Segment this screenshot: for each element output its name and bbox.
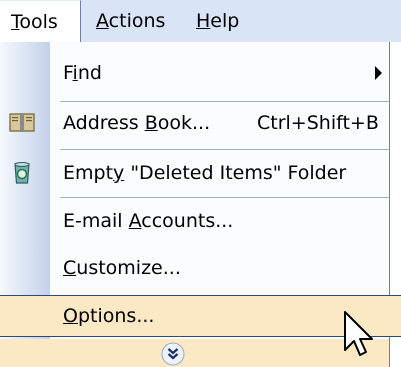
mouse-cursor-icon [344,311,373,356]
menu-separator [60,149,389,150]
menu-actions[interactable]: Actions [96,0,165,42]
menu-help-mnemonic: H [196,10,211,32]
label-mnemonic: y [113,162,125,184]
address-book-icon [9,113,35,132]
label-part: ccounts... [141,210,234,232]
label-part: nd [77,62,102,84]
label-part: ptions... [77,305,155,327]
menu-item-customize[interactable]: Customize... [0,247,389,289]
label-part: Empt [63,162,114,184]
shortcut-text: Ctrl+Shift+B [257,112,379,134]
menu-tools[interactable]: Tools [0,0,81,42]
menu-item-options[interactable]: Options... [0,295,401,337]
outlook-tools-menu-screen: Tools Actions Help Find Address Book... … [0,0,401,367]
menu-item-find[interactable]: Find [0,52,389,94]
label-part: ustomize... [76,257,181,279]
menu-bar: Tools Actions Help [0,0,401,42]
menu-help-label: elp [210,10,240,32]
recycle-bin-icon [14,162,30,184]
label-mnemonic: A [128,210,142,232]
menu-help[interactable]: Help [196,0,239,42]
menu-item-email-accounts[interactable]: E-mail Accounts... [0,200,389,242]
menu-actions-mnemonic: A [96,10,109,32]
label-mnemonic: O [63,305,78,327]
double-chevron-down-icon[interactable] [160,341,186,367]
submenu-arrow-icon [375,66,382,80]
label-mnemonic: C [63,257,77,279]
menu-item-empty-deleted-items[interactable]: Empty "Deleted Items" Folder [0,152,389,194]
menu-separator [60,197,389,198]
label-part: "Deleted Items" Folder [124,162,347,184]
menu-tools-label: ools [19,11,58,33]
label-part: Address [63,112,145,134]
menu-item-address-book[interactable]: Address Book... Ctrl+Shift+B [0,102,389,144]
label-part: F [63,62,73,84]
menu-actions-label: ctions [108,10,166,32]
label-mnemonic: B [144,112,158,134]
expand-menu-row[interactable] [0,339,389,367]
label-part: ook... [157,112,211,134]
label-part: E-mail [63,210,129,232]
